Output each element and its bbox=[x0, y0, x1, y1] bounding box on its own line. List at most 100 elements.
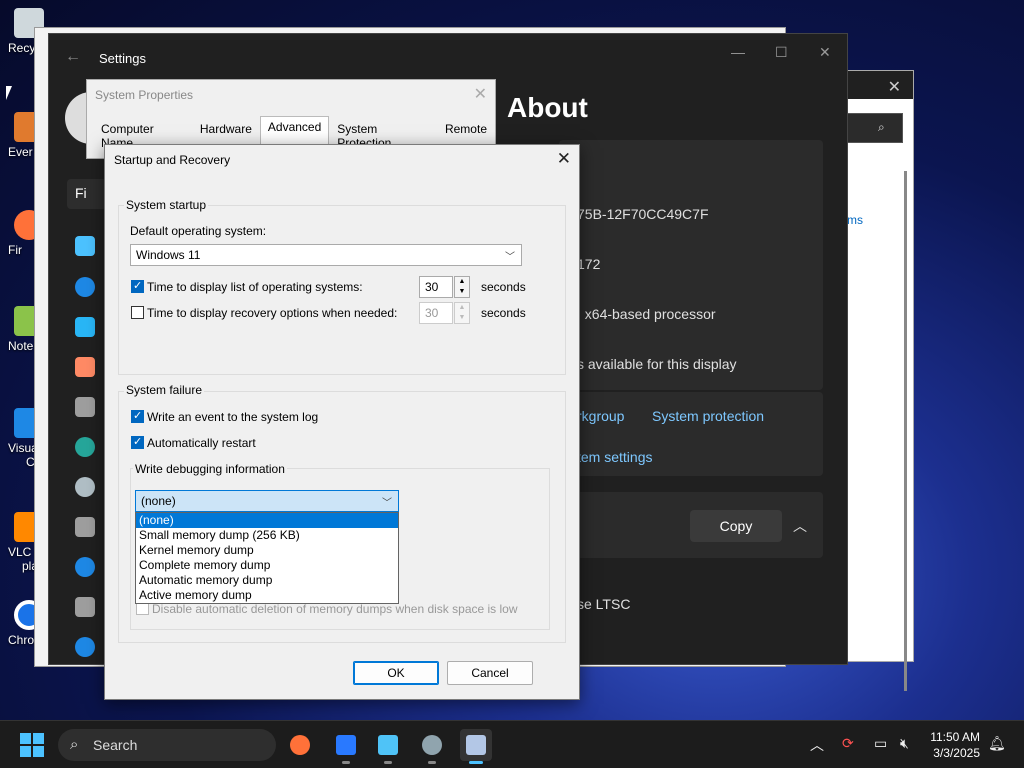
auto-restart-label: Automatically restart bbox=[147, 436, 256, 450]
close-icon[interactable]: ✕ bbox=[819, 44, 831, 61]
recovery-spinner[interactable]: ▲ ▼ bbox=[454, 302, 470, 324]
display-list-label: Time to display list of operating system… bbox=[147, 280, 363, 294]
dropdown-option-automatic-dump[interactable]: Automatic memory dump bbox=[136, 573, 398, 588]
product-id-value: 75B-12F70CC49C7F bbox=[577, 206, 709, 222]
default-os-select[interactable]: Windows 11 ﹀ bbox=[130, 244, 522, 266]
mouse-cursor-icon bbox=[6, 86, 12, 100]
back-arrow-icon[interactable]: ← bbox=[65, 48, 81, 66]
taskbar-settings[interactable] bbox=[416, 729, 448, 764]
debug-info-select[interactable]: (none) ﹀ bbox=[135, 490, 399, 512]
chevron-up-icon[interactable]: ︿ bbox=[810, 735, 824, 755]
background-search-box[interactable]: ⌕ bbox=[847, 113, 903, 143]
auto-restart-checkbox[interactable] bbox=[131, 435, 144, 449]
taskbar-search[interactable]: ⌕ Search bbox=[58, 729, 276, 761]
running-indicator bbox=[342, 761, 350, 764]
windows-logo-icon bbox=[33, 733, 44, 744]
chevron-up-icon[interactable]: ︿ bbox=[793, 516, 807, 536]
dropdown-option-complete-dump[interactable]: Complete memory dump bbox=[136, 558, 398, 573]
dropdown-option-kernel-dump[interactable]: Kernel memory dump bbox=[136, 543, 398, 558]
windows-logo-icon bbox=[33, 746, 44, 757]
accessibility-icon[interactable] bbox=[75, 557, 95, 577]
minimize-icon[interactable]: — bbox=[731, 44, 745, 60]
chevron-down-icon: ﹀ bbox=[382, 498, 392, 509]
bluetooth-icon[interactable] bbox=[75, 277, 95, 297]
dialog-title: Startup and Recovery bbox=[114, 153, 231, 167]
chevron-down-icon: ﹀ bbox=[505, 252, 515, 263]
taskbar-firefox[interactable] bbox=[284, 729, 316, 761]
background-link[interactable]: ms bbox=[847, 213, 863, 227]
start-button[interactable] bbox=[20, 733, 44, 757]
close-icon[interactable]: ✕ bbox=[888, 77, 901, 97]
system-protection-link[interactable]: System protection bbox=[652, 408, 764, 424]
debug-info-label: Write debugging information bbox=[133, 462, 287, 476]
dropdown-option-none[interactable]: (none) bbox=[136, 513, 398, 528]
cancel-button[interactable]: Cancel bbox=[447, 661, 533, 685]
disable-auto-delete-label: Disable automatic deletion of memory dum… bbox=[152, 602, 518, 616]
accounts-icon[interactable] bbox=[75, 437, 95, 457]
system-startup-label: System startup bbox=[124, 198, 209, 212]
system-failure-label: System failure bbox=[124, 383, 205, 397]
settings-titlebar: ← Settings — ☐ ✕ bbox=[49, 34, 847, 82]
control-panel-icon bbox=[378, 735, 398, 755]
taskbar-control-panel[interactable] bbox=[372, 729, 404, 764]
close-icon[interactable]: ✕ bbox=[557, 149, 571, 169]
write-event-checkbox[interactable] bbox=[131, 409, 144, 423]
volume-muted-icon[interactable]: 🔇︎ bbox=[900, 735, 909, 752]
running-indicator bbox=[469, 761, 483, 764]
search-label: Search bbox=[93, 737, 138, 753]
copy-button[interactable]: Copy bbox=[690, 510, 782, 542]
recovery-options-label: Time to display recovery options when ne… bbox=[147, 306, 398, 320]
page-title: About bbox=[507, 92, 588, 123]
startup-recovery-dialog: Startup and Recovery ✕ System startup De… bbox=[104, 144, 580, 700]
display-list-seconds-input[interactable]: 30 bbox=[419, 276, 453, 298]
home-icon[interactable] bbox=[75, 236, 95, 256]
edition-value: se LTSC bbox=[577, 596, 631, 612]
display-list-spinner[interactable]: ▲ ▼ bbox=[454, 276, 470, 298]
network-icon[interactable]: ▭ bbox=[874, 735, 887, 752]
seconds-label: seconds bbox=[481, 280, 526, 294]
personalization-icon[interactable] bbox=[75, 357, 95, 377]
default-os-value: Windows 11 bbox=[136, 248, 201, 262]
recovery-options-checkbox[interactable] bbox=[131, 306, 144, 319]
update-icon[interactable]: ⟳ bbox=[842, 735, 854, 752]
display-list-checkbox[interactable] bbox=[131, 279, 144, 293]
taskbar: ⌕ Search ︿ ⟳ ▭ 🔇︎ 11:50 AM 3/3/2025 🔔︎ bbox=[0, 720, 1024, 768]
settings-title: Settings bbox=[99, 51, 146, 66]
advanced-system-settings-link[interactable]: tem settings bbox=[577, 449, 652, 465]
apps-icon[interactable] bbox=[75, 397, 95, 417]
notification-bell-icon[interactable]: 🔔︎ bbox=[988, 735, 1006, 752]
app-icon bbox=[336, 735, 356, 755]
gaming-icon[interactable] bbox=[75, 517, 95, 537]
background-window: ✕ ⌕ ms bbox=[846, 70, 914, 691]
clock-time: 11:50 AM bbox=[930, 730, 980, 744]
network-icon[interactable] bbox=[75, 317, 95, 337]
taskbar-system-properties[interactable] bbox=[460, 729, 492, 764]
privacy-security-icon[interactable] bbox=[75, 597, 95, 617]
recovery-seconds-input[interactable]: 30 bbox=[419, 302, 453, 324]
dropdown-option-small-dump[interactable]: Small memory dump (256 KB) bbox=[136, 528, 398, 543]
debug-info-dropdown-list: (none) Small memory dump (256 KB) Kernel… bbox=[135, 512, 399, 604]
taskbar-app-blue[interactable] bbox=[330, 729, 362, 764]
ok-button[interactable]: OK bbox=[353, 661, 439, 685]
dropdown-option-active-dump[interactable]: Active memory dump bbox=[136, 588, 398, 603]
running-indicator bbox=[428, 761, 436, 764]
find-setting-input[interactable]: Fi bbox=[67, 179, 107, 209]
system-type-value: , x64-based processor bbox=[577, 306, 716, 322]
windows-update-icon[interactable] bbox=[75, 637, 95, 657]
write-event-label: Write an event to the system log bbox=[147, 410, 319, 424]
domain-workgroup-link[interactable]: rkgroup bbox=[577, 408, 624, 424]
search-icon: ⌕ bbox=[70, 736, 79, 753]
time-language-icon[interactable] bbox=[75, 477, 95, 497]
seconds-label: seconds bbox=[481, 306, 526, 320]
clock-date: 3/3/2025 bbox=[933, 746, 980, 760]
search-icon: ⌕ bbox=[878, 120, 885, 134]
background-window-titlebar bbox=[847, 71, 913, 99]
windows-logo-icon bbox=[20, 733, 31, 744]
taskbar-clock[interactable]: 11:50 AM 3/3/2025 bbox=[930, 729, 980, 761]
debug-info-value: (none) bbox=[141, 494, 176, 508]
windows-logo-icon bbox=[20, 746, 31, 757]
firefox-icon bbox=[290, 735, 310, 755]
scrollbar[interactable] bbox=[904, 171, 907, 691]
close-icon[interactable]: ✕ bbox=[474, 84, 487, 104]
maximize-icon[interactable]: ☐ bbox=[775, 44, 788, 61]
